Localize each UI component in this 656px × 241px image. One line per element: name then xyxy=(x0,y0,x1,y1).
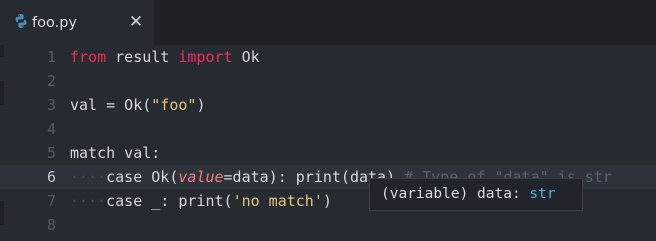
line-number: 2 xyxy=(46,72,56,90)
code-token: ) xyxy=(196,96,206,114)
code-text: from result import Ok xyxy=(70,45,260,69)
code-token: "foo" xyxy=(151,96,197,114)
close-icon[interactable]: ✕ xyxy=(126,11,146,33)
line-number: 4 xyxy=(46,120,56,138)
code-line[interactable]: 5 match val: xyxy=(0,141,656,165)
code-line[interactable]: 8 xyxy=(0,213,656,237)
code-line[interactable]: 2 xyxy=(0,69,656,93)
line-number: 6 xyxy=(46,168,56,186)
code-token: match val: xyxy=(70,144,161,162)
tab-foo-py[interactable]: foo.py ✕ xyxy=(0,0,154,45)
code-token: import xyxy=(178,48,233,66)
code-token: ···· xyxy=(70,168,107,186)
line-number: 3 xyxy=(46,96,56,114)
line-number: 5 xyxy=(46,144,56,162)
code-token: ) xyxy=(322,192,332,210)
tab-bar: foo.py ✕ xyxy=(0,0,656,45)
code-token: result xyxy=(106,48,179,66)
code-token: case _: print( xyxy=(106,192,233,210)
code-text: val = Ok("foo") xyxy=(70,93,205,117)
code-text: match val: xyxy=(70,141,160,165)
line-number: 8 xyxy=(46,216,56,234)
code-token: ···· xyxy=(70,192,107,210)
tab-label: foo.py xyxy=(32,15,77,31)
code-line[interactable]: 4 xyxy=(0,117,656,141)
tooltip-type: str xyxy=(529,186,556,202)
code-token: Ok xyxy=(232,48,260,66)
line-number: 1 xyxy=(46,48,56,66)
line-number: 7 xyxy=(46,192,56,210)
code-line[interactable]: 3 val = Ok("foo") xyxy=(0,93,656,117)
code-editor[interactable]: 1 from result import Ok 2 3 val = Ok("foo") 4… xyxy=(0,45,656,241)
code-line[interactable]: 1 from result import Ok xyxy=(0,45,656,69)
code-token: value xyxy=(178,168,224,186)
code-text: ····case _: print('no match') xyxy=(70,189,332,213)
code-token: from xyxy=(70,48,107,66)
code-token: val = Ok( xyxy=(70,96,152,114)
code-token: case Ok( xyxy=(106,168,179,186)
code-token: 'no match' xyxy=(232,192,323,210)
python-icon xyxy=(13,13,29,29)
hover-tooltip: (variable) data: str xyxy=(369,178,583,211)
tooltip-signature: (variable) data: xyxy=(381,186,530,202)
